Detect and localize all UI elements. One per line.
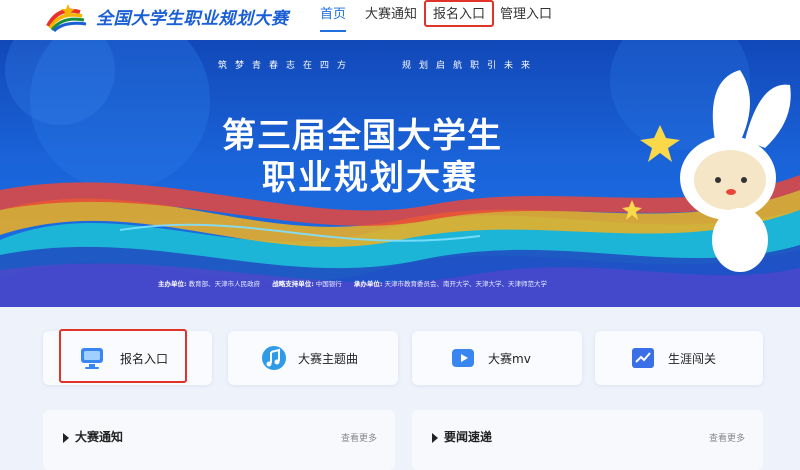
view-more-link[interactable]: 查看更多 <box>341 431 377 444</box>
banner-slogan-right: 规划启航职引未来 <box>402 61 539 71</box>
credit-value: 中国银行 <box>315 280 342 288</box>
brand-title[interactable]: 全国大学生职业规划大赛 <box>96 4 289 29</box>
nav-manage[interactable]: 管理入口 <box>500 4 552 26</box>
signup-highlight-box <box>59 329 187 383</box>
banner-title-line2: 职业规划大赛 <box>262 158 478 198</box>
view-more-link[interactable]: 查看更多 <box>709 431 745 444</box>
quicklink-mv[interactable]: 大赛mv <box>412 331 582 385</box>
quicklink-label: 生涯闯关 <box>668 352 717 366</box>
video-play-icon <box>452 349 474 367</box>
section-title: 大赛通知 <box>75 430 124 444</box>
quicklink-label: 大赛mv <box>488 352 531 366</box>
credit-label: 战略支持单位: <box>272 280 314 288</box>
quicklink-theme-song[interactable]: 大赛主题曲 <box>228 331 398 385</box>
quicklink-label: 大赛主题曲 <box>298 352 359 366</box>
nav-signup[interactable]: 报名入口 <box>424 0 495 27</box>
top-header: 全国大学生职业规划大赛 首页 大赛通知 报名入口 管理入口 <box>0 0 800 40</box>
nav-home[interactable]: 首页 <box>320 4 347 32</box>
rainbow-star-logo-icon[interactable] <box>44 2 88 32</box>
credit-value: 教育部、天津市人民政府 <box>188 280 261 288</box>
credit-label: 承办单位: <box>353 280 383 288</box>
banner-slogan-left: 筑梦青春志在四方 <box>218 61 355 71</box>
banner-credits: 主办单位: 教育部、天津市人民政府 战略支持单位: 中国银行 承办单位: 天津市教育委… <box>158 278 557 288</box>
nav-notice[interactable]: 大赛通知 <box>365 4 417 26</box>
section-news: 要闻速递 查看更多 <box>412 410 763 470</box>
section-title: 要闻速递 <box>444 430 493 444</box>
quicklink-career-challenge[interactable]: 生涯闯关 <box>595 331 763 385</box>
chart-card-icon <box>632 348 654 368</box>
hero-banner: 筑梦青春志在四方 规划启航职引未来 第三届全国大学生 职业规划大赛 主办单位: 教… <box>0 40 800 307</box>
triangle-bullet-icon <box>432 433 438 443</box>
music-note-icon <box>262 346 286 370</box>
credit-value: 天津市教育委员会、南开大学、天津大学、天津师范大学 <box>384 280 547 288</box>
section-notices: 大赛通知 查看更多 <box>43 410 395 470</box>
triangle-bullet-icon <box>63 433 69 443</box>
credit-label: 主办单位: <box>158 280 187 288</box>
